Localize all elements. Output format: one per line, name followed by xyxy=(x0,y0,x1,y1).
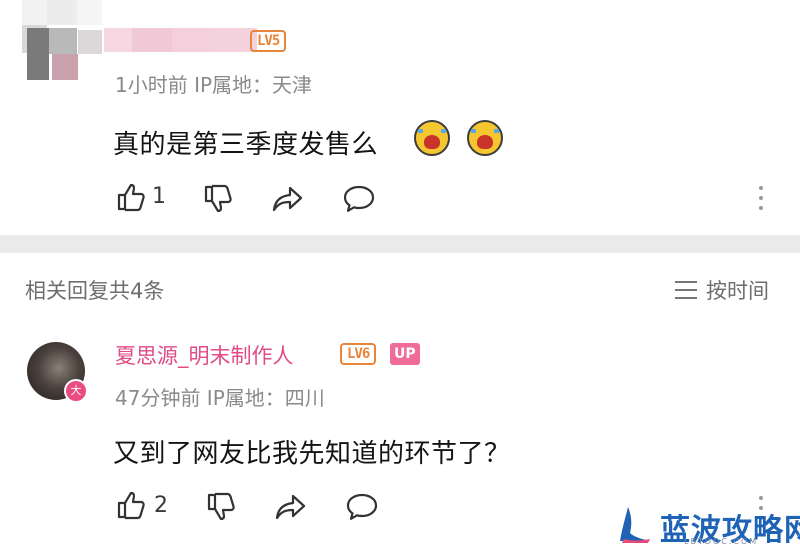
watermark-subtitle: LBTDOC.COM xyxy=(684,537,759,546)
up-badge: UP xyxy=(390,343,420,365)
more-options-icon[interactable] xyxy=(759,186,763,216)
level-badge: LV6 xyxy=(340,343,377,365)
blurred-username xyxy=(22,0,257,80)
avatar-badge: 大 xyxy=(64,379,88,403)
username-link[interactable]: 夏思源_明末制作人 xyxy=(115,340,294,370)
like-button[interactable] xyxy=(116,490,146,520)
dislike-button[interactable] xyxy=(206,492,236,522)
avatar[interactable]: 大 xyxy=(27,342,88,403)
thumbs-up-icon xyxy=(117,183,145,212)
comment-text: 真的是第三季度发售么 xyxy=(113,130,379,160)
reply-text: 又到了网友比我先知道的环节了？ xyxy=(113,439,511,469)
thumbs-down-icon xyxy=(207,492,235,521)
like-count: 1 xyxy=(152,184,166,209)
reply-button[interactable] xyxy=(346,492,378,522)
share-button[interactable] xyxy=(275,492,307,522)
watermark-logo-icon xyxy=(618,505,654,543)
comment-bubble-icon xyxy=(346,493,378,520)
like-count: 2 xyxy=(154,493,168,518)
crying-face-icon xyxy=(467,120,503,156)
crying-face-icon xyxy=(414,120,450,156)
share-button[interactable] xyxy=(272,184,304,214)
replies-count-title: 相关回复共4条 xyxy=(25,279,165,303)
like-button[interactable] xyxy=(116,182,146,212)
thumbs-down-icon xyxy=(204,184,232,213)
comment-meta: 1小时前 IP属地：天津 xyxy=(115,73,313,97)
sort-lines-icon xyxy=(675,281,697,299)
sort-label: 按时间 xyxy=(706,279,769,303)
thumbs-up-icon xyxy=(117,491,145,520)
reply-button[interactable] xyxy=(343,184,375,214)
dislike-button[interactable] xyxy=(203,184,233,214)
share-arrow-icon xyxy=(275,494,306,520)
comment-bubble-icon xyxy=(343,185,375,212)
level-badge: LV5 xyxy=(250,30,287,52)
share-arrow-icon xyxy=(272,186,303,212)
section-divider xyxy=(0,235,800,253)
reply-meta: 47分钟前 IP属地：四川 xyxy=(115,386,325,410)
